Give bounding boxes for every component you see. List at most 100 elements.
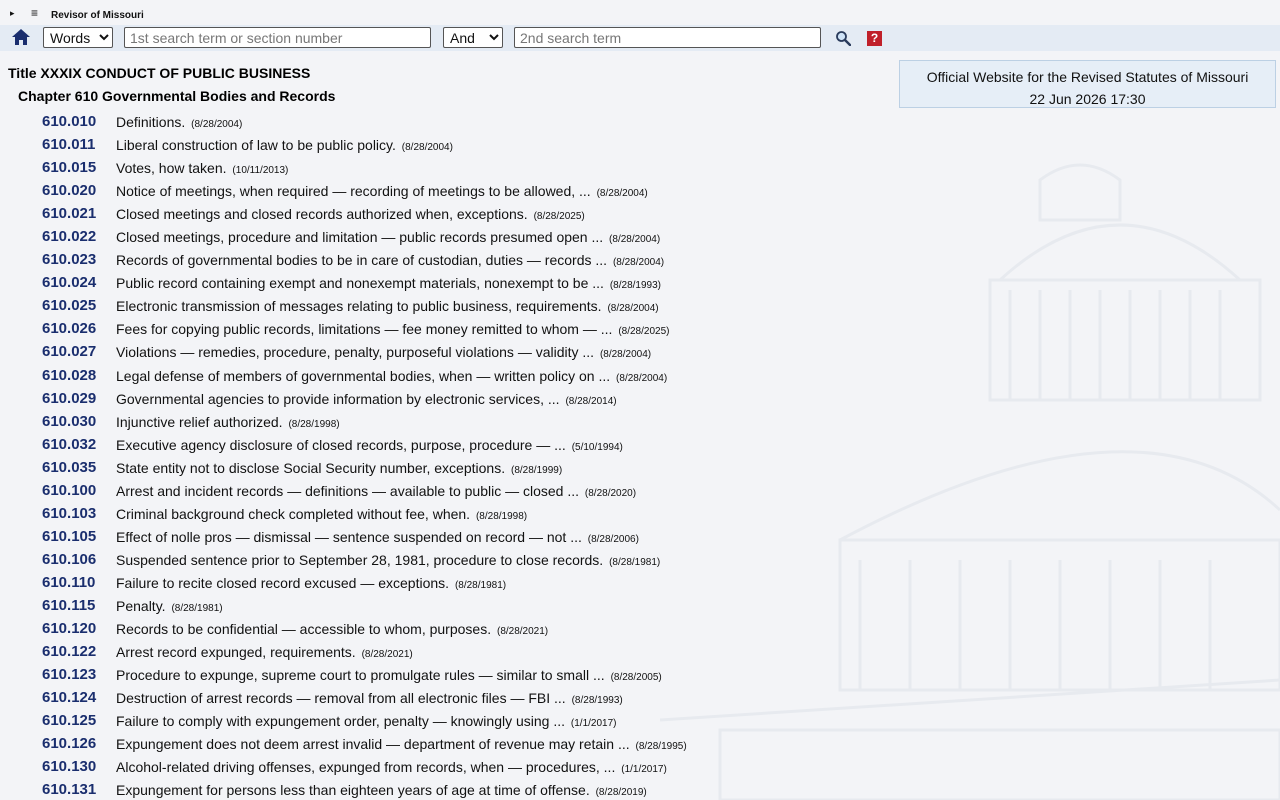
section-row: 610.030 Injunctive relief authorized. (8/… (0, 410, 900, 433)
section-number-link[interactable]: 610.123 (42, 666, 96, 683)
section-number-link[interactable]: 610.023 (42, 251, 96, 268)
section-number-link[interactable]: 610.115 (42, 597, 95, 614)
section-number-link[interactable]: 610.011 (42, 136, 95, 153)
section-number-link[interactable]: 610.120 (42, 620, 96, 637)
section-number-link[interactable]: 610.024 (42, 274, 96, 291)
section-row: 610.025 Electronic transmission of messag… (0, 294, 900, 317)
section-title: Fees for copying public records, limitat… (116, 321, 613, 338)
section-row: 610.130 Alcohol-related driving offenses,… (0, 755, 900, 778)
section-row: 610.124 Destruction of arrest records — r… (0, 686, 900, 709)
section-title: Legal defense of members of governmental… (116, 367, 611, 384)
section-number-link[interactable]: 610.106 (42, 551, 96, 568)
section-row: 610.026 Fees for copying public records, … (0, 317, 900, 340)
help-icon[interactable]: ? (867, 31, 882, 46)
section-number-link[interactable]: 610.010 (42, 113, 96, 130)
page-title: Title XXXIX CONDUCT OF PUBLIC BUSINESS (8, 65, 311, 81)
section-row: 610.010 Definitions. (8/28/2004) (0, 110, 900, 133)
section-number-link[interactable]: 610.032 (42, 436, 96, 453)
section-number-link[interactable]: 610.126 (42, 735, 96, 752)
section-title: Electronic transmission of messages rela… (116, 298, 602, 315)
section-number-link[interactable]: 610.122 (42, 643, 96, 660)
top-bar: ▸ ≡ Revisor of Missouri (0, 0, 1280, 24)
section-list: 610.010 Definitions. (8/28/2004) 610.011 Li… (0, 110, 900, 800)
search-operator-select[interactable]: And (443, 27, 503, 48)
chapter-heading: Chapter 610 Governmental Bodies and Reco… (18, 88, 336, 104)
section-date: (8/28/1981) (609, 556, 661, 568)
section-number-link[interactable]: 610.035 (42, 459, 96, 476)
site-info-timestamp: 22 Jun 2026 17:30 (1029, 91, 1146, 107)
section-description: Public record containing exempt and none… (116, 275, 661, 291)
site-brand[interactable]: Revisor of Missouri (51, 10, 144, 21)
section-title: Closed meetings, procedure and limitatio… (116, 229, 604, 246)
section-date: (8/28/1993) (571, 695, 623, 707)
second-search-term-input[interactable] (514, 27, 821, 48)
section-number-link[interactable]: 610.026 (42, 320, 96, 337)
section-title: Criminal background check completed with… (116, 505, 471, 522)
section-date: (8/28/2025) (533, 211, 585, 223)
first-search-term-input[interactable] (124, 27, 431, 48)
section-description: Definitions. (8/28/2004) (116, 114, 242, 130)
search-icon[interactable] (835, 30, 851, 46)
section-date: (8/28/2021) (496, 626, 549, 638)
section-number-link[interactable]: 610.124 (42, 689, 96, 706)
section-title: Violations — remedies, procedure, penalt… (116, 344, 595, 361)
section-number-link[interactable]: 610.028 (42, 367, 96, 384)
section-number-link[interactable]: 610.021 (42, 205, 96, 222)
section-number-link[interactable]: 610.025 (42, 297, 96, 314)
section-description: Failure to comply with expungement order… (116, 713, 617, 729)
section-row: 610.115 Penalty. (8/28/1981) (0, 594, 900, 617)
section-row: 610.022 Closed meetings, procedure and li… (0, 225, 900, 248)
section-number-link[interactable]: 610.105 (42, 528, 96, 545)
section-title: Penalty. (116, 597, 166, 614)
section-number-link[interactable]: 610.029 (42, 390, 96, 407)
section-description: Records of governmental bodies to be in … (116, 252, 664, 268)
section-description: Liberal construction of law to be public… (116, 137, 453, 153)
search-mode-select[interactable]: Words (43, 27, 113, 48)
section-description: Effect of nolle pros — dismissal — sente… (116, 529, 639, 545)
section-title: State entity not to disclose Social Secu… (116, 459, 506, 476)
section-date: (8/28/2004) (616, 372, 668, 384)
section-date: (8/28/2004) (612, 257, 665, 269)
section-row: 610.120 Records to be confidential — acce… (0, 617, 900, 640)
section-row: 610.105 Effect of nolle pros — dismissal … (0, 525, 900, 548)
section-row: 610.110 Failure to recite closed record e… (0, 571, 900, 594)
section-date: (8/28/2004) (609, 234, 661, 246)
section-number-link[interactable]: 610.103 (42, 505, 96, 522)
section-title: Failure to comply with expungement order… (116, 713, 566, 730)
section-number-link[interactable]: 610.110 (42, 574, 95, 591)
site-info-box: Official Website for the Revised Statute… (899, 60, 1276, 108)
section-title: Arrest and incident records — definition… (116, 482, 580, 499)
section-description: Closed meetings and closed records autho… (116, 206, 585, 222)
section-description: Expungement for persons less than eighte… (116, 782, 647, 798)
section-row: 610.126 Expungement does not deem arrest … (0, 732, 900, 755)
home-icon[interactable] (11, 28, 31, 46)
section-title: Records to be confidential — accessible … (116, 621, 492, 638)
section-date: (8/28/2021) (361, 649, 413, 661)
section-row: 610.131 Expungement for persons less than… (0, 778, 900, 800)
section-title: Destruction of arrest records — removal … (116, 690, 566, 707)
section-description: Arrest record expunged, requirements. (8… (116, 644, 413, 660)
section-description: Expungement does not deem arrest invalid… (116, 736, 687, 752)
section-title: Expungement for persons less than eighte… (116, 782, 590, 799)
section-number-link[interactable]: 610.130 (42, 758, 96, 775)
section-title: Closed meetings and closed records autho… (116, 206, 528, 223)
section-number-link[interactable]: 610.015 (42, 159, 96, 176)
section-number-link[interactable]: 610.100 (42, 482, 96, 499)
section-date: (8/28/1981) (454, 579, 507, 591)
expand-triangle-icon[interactable]: ▸ (10, 8, 15, 19)
section-number-link[interactable]: 610.125 (42, 712, 96, 729)
section-number-link[interactable]: 610.020 (42, 182, 96, 199)
section-date: (10/11/2013) (232, 165, 289, 177)
section-row: 610.123 Procedure to expunge, supreme cou… (0, 663, 900, 686)
section-title: Definitions. (116, 114, 186, 130)
section-number-link[interactable]: 610.131 (42, 781, 96, 798)
hamburger-menu-icon[interactable]: ≡ (31, 6, 38, 20)
section-number-link[interactable]: 610.027 (42, 343, 96, 360)
section-number-link[interactable]: 610.030 (42, 413, 96, 430)
section-title: Notice of meetings, when required — reco… (116, 183, 591, 200)
section-row: 610.106 Suspended sentence prior to Septe… (0, 548, 900, 571)
section-description: Governmental agencies to provide informa… (116, 391, 617, 407)
section-date: (8/28/2004) (607, 303, 659, 315)
section-description: Penalty. (8/28/1981) (116, 598, 223, 614)
section-number-link[interactable]: 610.022 (42, 228, 96, 245)
